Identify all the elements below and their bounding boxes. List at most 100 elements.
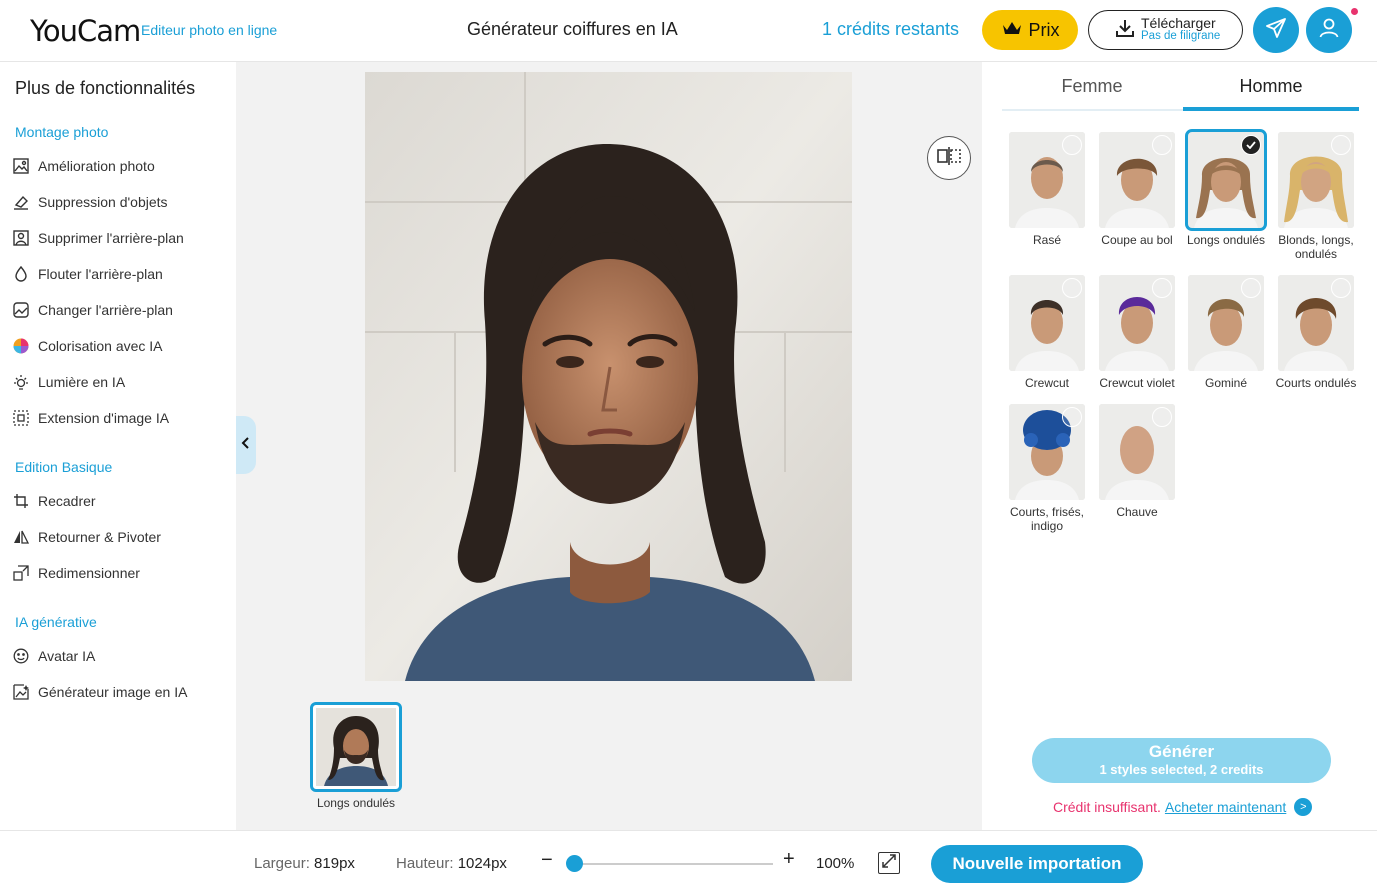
logo[interactable]: YouCam bbox=[30, 14, 141, 48]
main-photo[interactable] bbox=[365, 72, 852, 681]
logo-subtitle[interactable]: Editeur photo en ligne bbox=[141, 22, 277, 38]
generate-button[interactable]: Générer 1 styles selected, 2 credits bbox=[1032, 738, 1331, 783]
sidebar-item-label: Redimensionner bbox=[38, 565, 140, 581]
generate-sublabel: 1 styles selected, 2 credits bbox=[1099, 762, 1264, 777]
sidebar-item-changer-arriere-plan[interactable]: Changer l'arrière-plan bbox=[12, 298, 173, 322]
style-thumbnail[interactable] bbox=[1185, 129, 1267, 231]
compare-button[interactable] bbox=[927, 136, 971, 180]
sidebar-item-label: Retourner & Pivoter bbox=[38, 529, 161, 545]
generate-label: Générer bbox=[1148, 742, 1215, 761]
sidebar-item-suppression-objets[interactable]: Suppression d'objets bbox=[12, 190, 168, 214]
sidebar-item-supprimer-arriere-plan[interactable]: Supprimer l'arrière-plan bbox=[12, 226, 184, 250]
style-card-gomine[interactable]: Gominé bbox=[1188, 275, 1266, 390]
result-thumbnail[interactable] bbox=[310, 702, 402, 792]
sidebar-item-generateur-image[interactable]: Générateur image en IA bbox=[12, 680, 187, 704]
share-button[interactable] bbox=[1253, 7, 1299, 53]
section-montage-photo: Montage photo bbox=[15, 124, 109, 140]
style-card-crewcut-violet[interactable]: Crewcut violet bbox=[1099, 275, 1177, 390]
style-thumbnail[interactable] bbox=[1009, 132, 1085, 228]
style-radio[interactable] bbox=[1062, 278, 1082, 298]
zoom-in-button[interactable]: + bbox=[783, 848, 795, 871]
style-radio[interactable] bbox=[1331, 278, 1351, 298]
style-card-courts-ondules[interactable]: Courts ondulés bbox=[1276, 275, 1356, 390]
tab-underline bbox=[1002, 109, 1183, 111]
expand-image-icon bbox=[12, 409, 30, 427]
tab-active-indicator bbox=[1183, 107, 1359, 111]
download-label: Télécharger bbox=[1141, 15, 1216, 31]
section-edition-basique: Edition Basique bbox=[15, 459, 113, 475]
style-card-chauve[interactable]: Chauve bbox=[1099, 404, 1177, 519]
send-icon bbox=[1265, 17, 1287, 44]
section-ia-generative: IA générative bbox=[15, 614, 97, 630]
style-radio[interactable] bbox=[1062, 135, 1082, 155]
style-radio[interactable] bbox=[1241, 278, 1261, 298]
style-label: Coupe au bol bbox=[1101, 233, 1173, 247]
style-radio[interactable] bbox=[1152, 407, 1172, 427]
style-card-coupe-au-bol[interactable]: Coupe au bol bbox=[1099, 132, 1177, 247]
sidebar-item-extension-image[interactable]: Extension d'image IA bbox=[12, 406, 169, 430]
style-radio[interactable] bbox=[1152, 278, 1172, 298]
sidebar-item-label: Suppression d'objets bbox=[38, 194, 168, 210]
style-radio[interactable] bbox=[1152, 135, 1172, 155]
download-button[interactable]: Télécharger Pas de filigrane bbox=[1088, 10, 1243, 50]
light-bulb-icon bbox=[12, 373, 30, 391]
style-thumbnail[interactable] bbox=[1009, 404, 1085, 500]
bottom-bar: Largeur: 819px Hauteur: 1024px − + 100% … bbox=[0, 830, 1377, 892]
sidebar-item-label: Avatar IA bbox=[38, 648, 96, 664]
sidebar-item-retourner-pivoter[interactable]: Retourner & Pivoter bbox=[12, 525, 161, 549]
style-card-rase[interactable]: Rasé bbox=[1009, 132, 1087, 247]
smiley-icon bbox=[12, 647, 30, 665]
sidebar: Plus de fonctionnalités Montage photo Am… bbox=[0, 62, 236, 830]
width-label: Largeur: bbox=[254, 855, 310, 872]
style-thumbnail[interactable] bbox=[1009, 275, 1085, 371]
sidebar-item-label: Flouter l'arrière-plan bbox=[38, 266, 163, 282]
zoom-slider[interactable] bbox=[567, 863, 773, 865]
buy-now-link[interactable]: Acheter maintenant bbox=[1165, 799, 1286, 815]
style-card-longs-ondules[interactable]: Longs ondulés bbox=[1185, 129, 1267, 247]
style-radio[interactable] bbox=[1062, 407, 1082, 427]
sidebar-item-amelioration-photo[interactable]: Amélioration photo bbox=[12, 154, 155, 178]
sidebar-item-colorisation[interactable]: Colorisation avec IA bbox=[12, 334, 163, 358]
sidebar-item-label: Extension d'image IA bbox=[38, 410, 170, 426]
style-card-blonds-longs-ondules[interactable]: Blonds, longs, ondulés bbox=[1278, 132, 1356, 261]
page-title: Générateur coiffures en IA bbox=[467, 19, 678, 39]
remove-background-icon bbox=[12, 229, 30, 247]
prix-button[interactable]: Prix bbox=[982, 10, 1078, 50]
enhance-photo-icon bbox=[12, 157, 30, 175]
new-import-button[interactable]: Nouvelle importation bbox=[931, 845, 1143, 883]
style-label: Gominé bbox=[1204, 376, 1248, 390]
tab-femme[interactable]: Femme bbox=[1002, 76, 1182, 97]
sidebar-item-flouter-arriere-plan[interactable]: Flouter l'arrière-plan bbox=[12, 262, 163, 286]
credits-remaining: 1 crédits restants bbox=[822, 19, 960, 39]
zoom-slider-handle[interactable] bbox=[566, 855, 583, 872]
sidebar-item-recadrer[interactable]: Recadrer bbox=[12, 489, 96, 513]
style-card-courts-frises-indigo[interactable]: Courts, frisés, indigo bbox=[1009, 404, 1087, 533]
sidebar-item-label: Générateur image en IA bbox=[38, 684, 188, 700]
resize-icon bbox=[12, 564, 30, 582]
colorize-icon bbox=[12, 337, 30, 355]
arrow-right-icon[interactable]: > bbox=[1294, 798, 1313, 816]
style-thumbnail[interactable] bbox=[1188, 275, 1264, 371]
style-radio[interactable] bbox=[1331, 135, 1351, 155]
fit-screen-button[interactable] bbox=[878, 852, 900, 874]
sidebar-item-avatar-ia[interactable]: Avatar IA bbox=[12, 644, 95, 668]
download-icon bbox=[1115, 18, 1135, 43]
style-radio-checked[interactable] bbox=[1241, 135, 1261, 155]
account-button[interactable] bbox=[1306, 7, 1352, 53]
style-thumbnail[interactable] bbox=[1278, 275, 1354, 371]
height-value: 1024px bbox=[457, 855, 507, 872]
sidebar-item-label: Lumière en IA bbox=[38, 374, 126, 390]
sidebar-item-redimensionner[interactable]: Redimensionner bbox=[12, 561, 140, 585]
sidebar-item-label: Recadrer bbox=[38, 493, 96, 509]
sidebar-item-lumiere-ia[interactable]: Lumière en IA bbox=[12, 370, 125, 394]
style-thumbnail[interactable] bbox=[1099, 132, 1175, 228]
tab-homme[interactable]: Homme bbox=[1181, 76, 1361, 97]
blur-drop-icon bbox=[12, 265, 30, 283]
style-thumbnail[interactable] bbox=[1099, 275, 1175, 371]
style-thumbnail[interactable] bbox=[1099, 404, 1175, 500]
height-label: Hauteur: bbox=[396, 855, 454, 872]
style-card-crewcut[interactable]: Crewcut bbox=[1009, 275, 1087, 390]
style-thumbnail[interactable] bbox=[1278, 132, 1354, 228]
zoom-out-button[interactable]: − bbox=[541, 849, 553, 872]
collapse-sidebar-tab[interactable] bbox=[236, 416, 256, 474]
